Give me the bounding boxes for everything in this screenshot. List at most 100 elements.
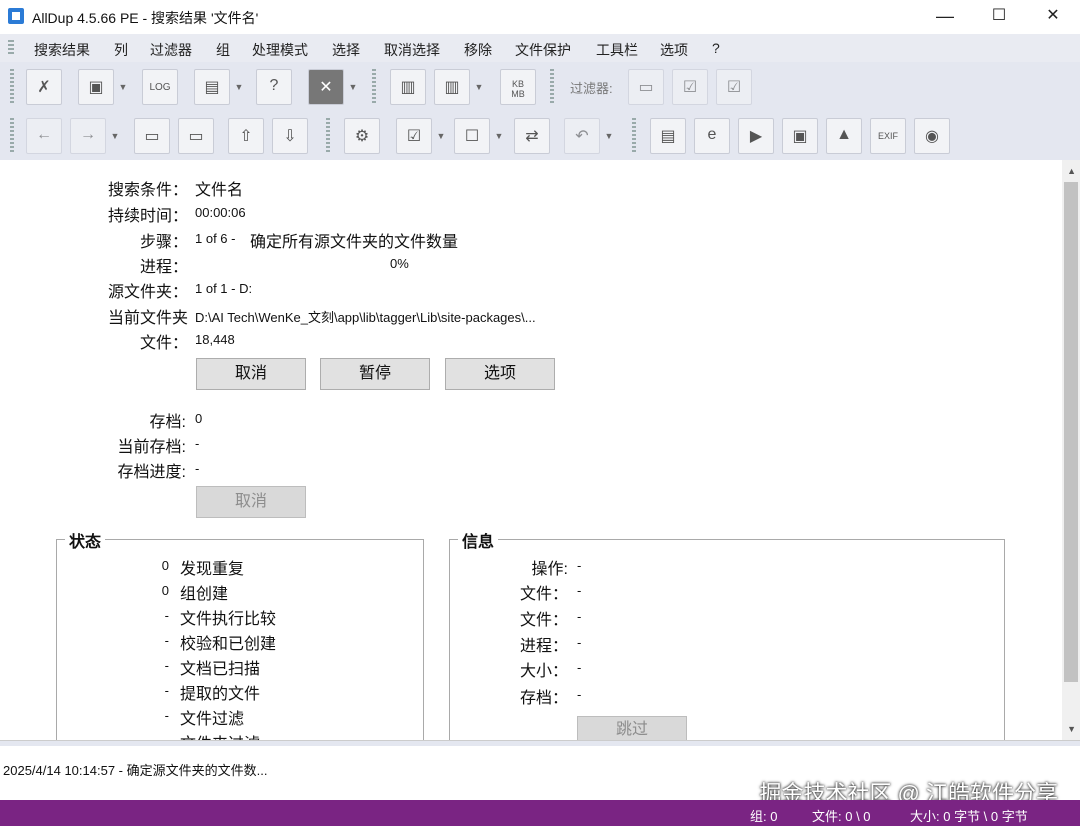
scroll-up-icon[interactable]: ▲ bbox=[1067, 166, 1076, 176]
back-icon[interactable]: ← bbox=[26, 118, 62, 154]
undo-icon[interactable]: ↶ bbox=[564, 118, 600, 154]
toolbar-grip-icon bbox=[372, 69, 376, 105]
files-compared-count: - bbox=[164, 608, 169, 623]
menu-options[interactable]: 选项 bbox=[660, 40, 688, 60]
column-layout-icon[interactable]: ▥ bbox=[434, 69, 470, 105]
title-bar: AllDup 4.5.66 PE - 搜索结果 '文件名' — ☐ ✕ bbox=[0, 0, 1080, 34]
menu-columns[interactable]: 列 bbox=[114, 40, 128, 60]
scroll-down-icon[interactable]: ▼ bbox=[1067, 724, 1076, 734]
duration-label: 持续时间： bbox=[107, 208, 188, 225]
chevron-down-icon[interactable]: ▼ bbox=[110, 118, 120, 154]
filter-label: 过滤器: bbox=[570, 81, 613, 96]
menu-remove[interactable]: 移除 bbox=[464, 40, 492, 60]
source-folder-value: 1 of 1 - D: bbox=[195, 281, 253, 296]
chevron-down-icon[interactable]: ▼ bbox=[436, 118, 446, 154]
files-extracted-label: 提取的文件 bbox=[180, 686, 261, 703]
info-file-value: - bbox=[577, 583, 582, 598]
menu-file-protection[interactable]: 文件保护 bbox=[515, 40, 571, 60]
kb-mb-icon[interactable]: KB MB bbox=[500, 69, 536, 105]
columns-icon[interactable]: ▥ bbox=[390, 69, 426, 105]
scrollbar-thumb[interactable] bbox=[1064, 182, 1078, 682]
folder-up-icon[interactable]: ▭ bbox=[134, 118, 170, 154]
browser-icon[interactable]: e bbox=[694, 118, 730, 154]
move-down-icon[interactable]: ⇩ bbox=[272, 118, 308, 154]
media-player-icon[interactable]: ▶ bbox=[738, 118, 774, 154]
forward-icon[interactable]: → bbox=[70, 118, 106, 154]
cancel-button[interactable]: 取消 bbox=[196, 358, 306, 390]
exif-icon[interactable]: EXIF bbox=[870, 118, 906, 154]
documents-scanned-label: 文档已扫描 bbox=[180, 661, 261, 678]
text-viewer-icon[interactable]: ▤ bbox=[650, 118, 686, 154]
minimize-button[interactable]: — bbox=[918, 0, 972, 34]
step-description: 确定所有源文件夹的文件数量 bbox=[250, 234, 459, 251]
menu-search-results[interactable]: 搜索结果 bbox=[34, 40, 90, 60]
folder-settings-icon[interactable]: ⚙ bbox=[344, 118, 380, 154]
archive-cancel-button[interactable]: 取消 bbox=[196, 486, 306, 518]
delete-icon[interactable]: ✕ bbox=[308, 69, 344, 105]
close-button[interactable]: ✕ bbox=[1026, 0, 1080, 34]
skip-button[interactable]: 跳过 bbox=[577, 716, 687, 740]
info-group-title: 信息 bbox=[458, 528, 499, 552]
chevron-down-icon[interactable]: ▼ bbox=[348, 69, 358, 105]
menu-process-mode[interactable]: 处理模式 bbox=[252, 40, 308, 60]
filter-checked-icon[interactable]: ☑ bbox=[672, 69, 708, 105]
document-clear-icon[interactable]: ✗ bbox=[26, 69, 62, 105]
search-progress-panel: 搜索条件： 文件名 持续时间： 00:00:06 步骤： 1 of 6 - 确定… bbox=[0, 160, 1062, 740]
swap-icon[interactable]: ⇄ bbox=[514, 118, 550, 154]
files-filtered-label: 文件过滤 bbox=[180, 711, 245, 728]
file-check-icon[interactable]: ☑ bbox=[396, 118, 432, 154]
info-file-2-value: - bbox=[577, 609, 582, 624]
source-folder-label: 源文件夹： bbox=[107, 284, 188, 301]
filter-checked-folder-icon[interactable]: ☑ bbox=[716, 69, 752, 105]
menu-bar: 搜索结果 列 过滤器 组 处理模式 选择 取消选择 移除 文件保护 工具栏 选项… bbox=[0, 34, 1080, 62]
archive-progress-label: 存档进度: bbox=[117, 464, 186, 481]
search-criteria-label: 搜索条件： bbox=[107, 182, 188, 199]
chevron-down-icon[interactable]: ▼ bbox=[604, 118, 614, 154]
toolbar-grip-icon bbox=[326, 118, 330, 154]
maximize-button[interactable]: ☐ bbox=[972, 0, 1026, 34]
chevron-down-icon[interactable]: ▼ bbox=[234, 69, 244, 105]
vlc-icon[interactable]: ▲ bbox=[826, 118, 862, 154]
info-archive-value: - bbox=[577, 687, 582, 702]
info-file-label: 文件： bbox=[519, 586, 568, 603]
status-groups: 组: 0 bbox=[750, 809, 778, 824]
current-folder-label: 当前文件夹 bbox=[107, 310, 188, 327]
menu-select[interactable]: 选择 bbox=[332, 40, 360, 60]
move-up-icon[interactable]: ⇧ bbox=[228, 118, 264, 154]
chevron-down-icon[interactable]: ▼ bbox=[118, 69, 128, 105]
step-label: 步骤： bbox=[139, 234, 188, 251]
duplicates-found-label: 发现重复 bbox=[180, 561, 245, 578]
pause-button[interactable]: 暂停 bbox=[320, 358, 430, 390]
status-size: 大小: 0 字节 \ 0 字节 bbox=[910, 809, 1028, 824]
log-icon[interactable]: LOG bbox=[142, 69, 178, 105]
chevron-down-icon[interactable]: ▼ bbox=[474, 69, 484, 105]
menu-grip-icon bbox=[8, 40, 14, 56]
menu-group[interactable]: 组 bbox=[216, 40, 230, 60]
save-icon[interactable]: ▤ bbox=[194, 69, 230, 105]
menu-help[interactable]: ? bbox=[712, 40, 720, 56]
menu-toolbar[interactable]: 工具栏 bbox=[596, 40, 638, 60]
search-criteria-value: 文件名 bbox=[195, 182, 244, 199]
menu-filter[interactable]: 过滤器 bbox=[150, 40, 192, 60]
image-viewer-icon[interactable]: ▣ bbox=[782, 118, 818, 154]
groups-created-label: 组创建 bbox=[180, 586, 229, 603]
toolbar-grip-icon bbox=[632, 118, 636, 154]
toolbar-grip-icon bbox=[550, 69, 554, 105]
chevron-down-icon[interactable]: ▼ bbox=[494, 118, 504, 154]
window-title: AllDup 4.5.66 PE - 搜索结果 '文件名' bbox=[32, 10, 259, 26]
filter-folder-icon[interactable]: ▭ bbox=[628, 69, 664, 105]
checksums-created-label: 校验和已创建 bbox=[180, 636, 277, 653]
files-value: 18,448 bbox=[195, 332, 235, 347]
file-uncheck-icon[interactable]: ☐ bbox=[454, 118, 490, 154]
current-archive-value: - bbox=[195, 436, 200, 451]
files-label: 文件： bbox=[139, 335, 188, 352]
audio-icon[interactable]: ◉ bbox=[914, 118, 950, 154]
info-size-value: - bbox=[577, 660, 582, 675]
image-preview-icon[interactable]: ▣ bbox=[78, 69, 114, 105]
help-icon[interactable]: ? bbox=[256, 69, 292, 105]
folder-down-icon[interactable]: ▭ bbox=[178, 118, 214, 154]
files-filtered-count: - bbox=[164, 708, 169, 723]
log-line: 2025/4/14 10:14:57 - 确定源文件夹的文件数... bbox=[3, 763, 268, 778]
options-button[interactable]: 选项 bbox=[445, 358, 555, 390]
menu-deselect[interactable]: 取消选择 bbox=[384, 40, 440, 60]
